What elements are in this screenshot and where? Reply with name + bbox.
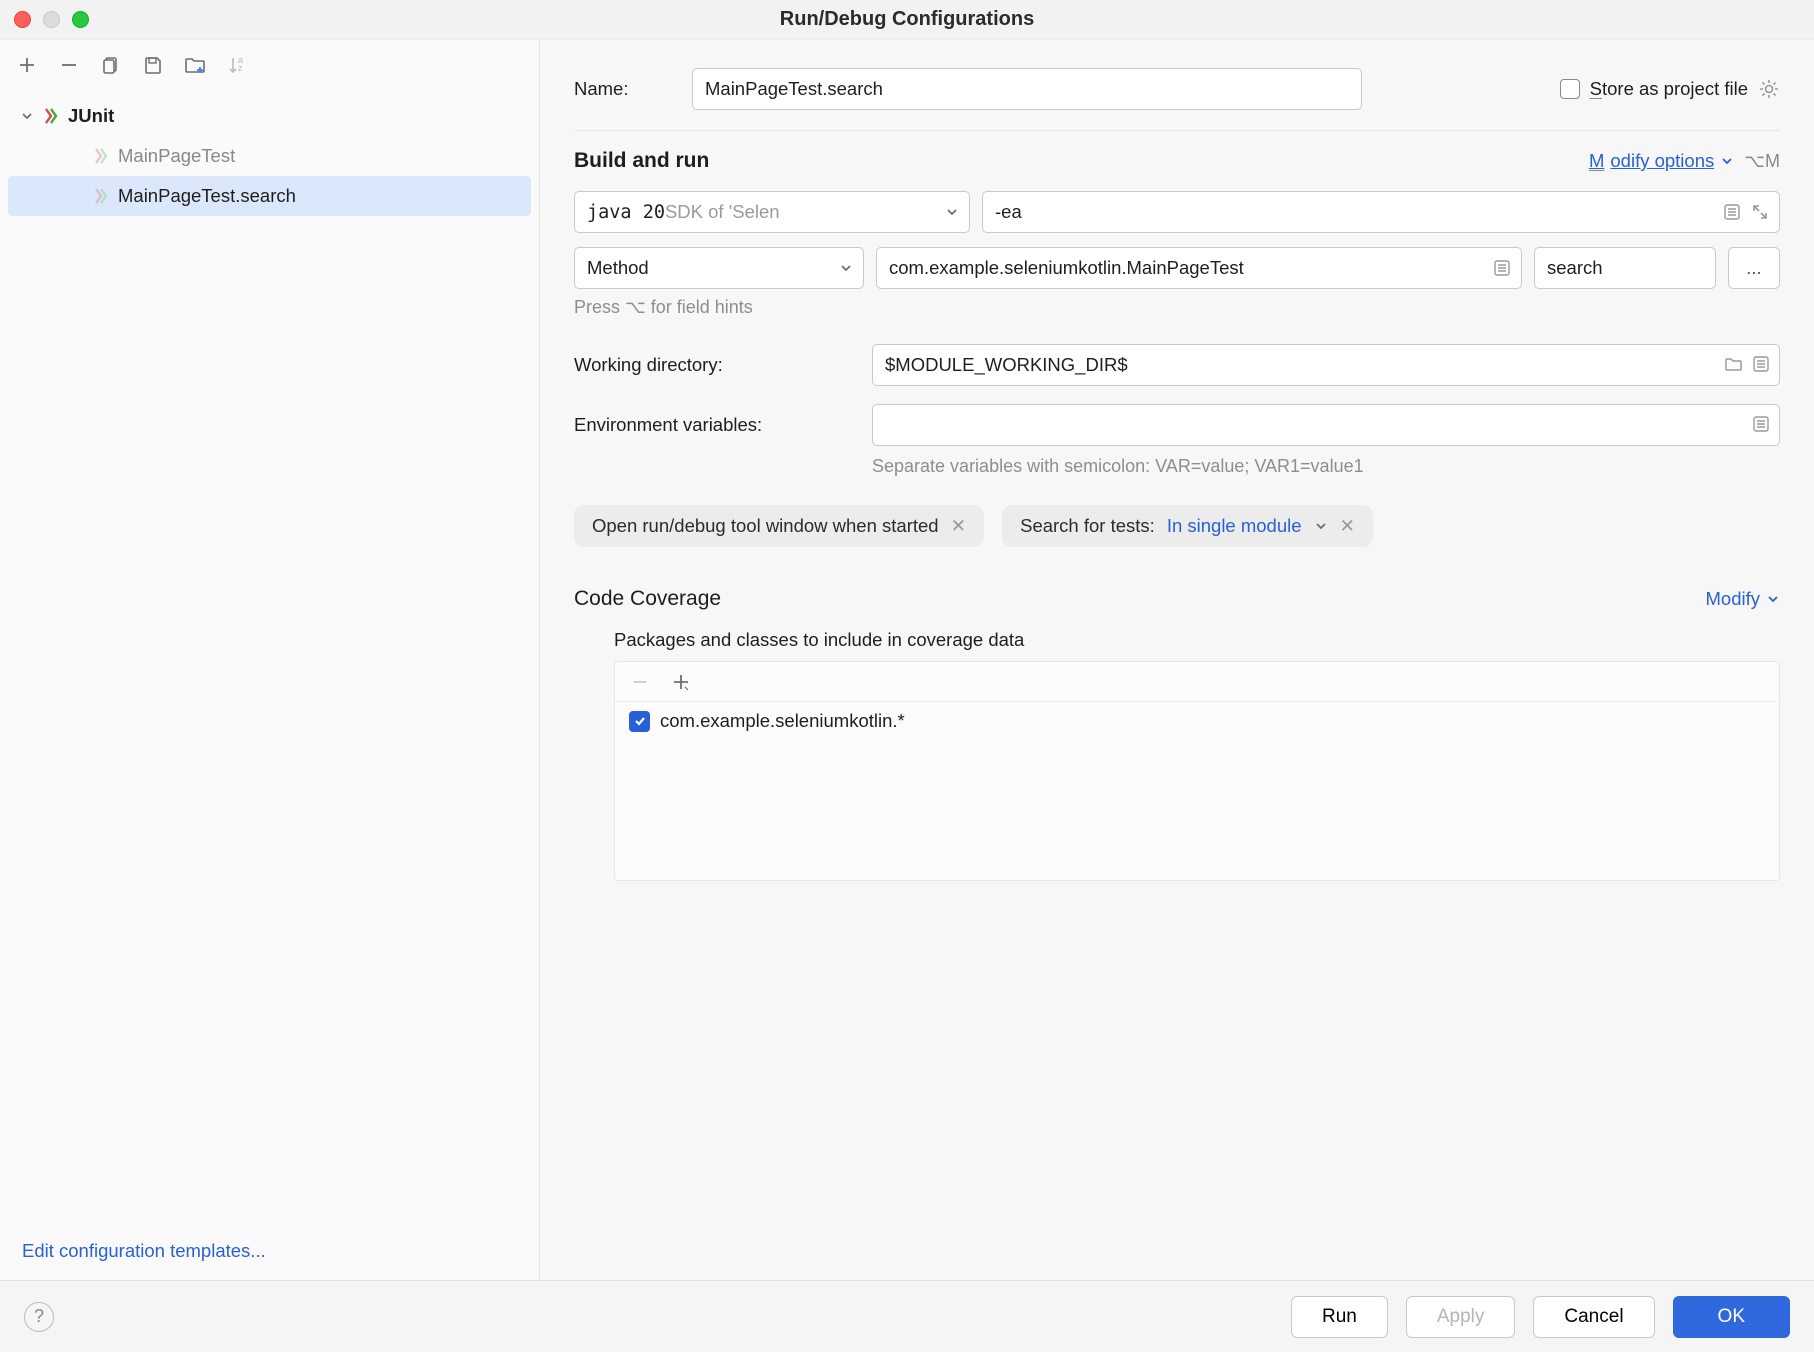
- edit-templates-link[interactable]: Edit configuration templates...: [22, 1240, 266, 1261]
- modify-shortcut: ⌥M: [1744, 151, 1780, 172]
- browse-button[interactable]: ...: [1728, 247, 1780, 289]
- copy-icon[interactable]: [100, 54, 122, 76]
- coverage-item[interactable]: com.example.seleniumkotlin.*: [615, 702, 1779, 740]
- list-icon: [1723, 203, 1741, 221]
- coverage-list: com.example.seleniumkotlin.*: [614, 661, 1780, 881]
- save-icon[interactable]: [142, 54, 164, 76]
- tree-root-label: JUnit: [68, 105, 114, 127]
- content-panel: Name: SStore as project filetore as proj…: [540, 40, 1814, 1280]
- store-label: SStore as project filetore as project fi…: [1590, 78, 1748, 100]
- working-dir-input[interactable]: [872, 344, 1780, 386]
- tree-item-label: MainPageTest: [118, 145, 235, 167]
- remove-icon[interactable]: [58, 54, 80, 76]
- coverage-title: Code Coverage: [574, 587, 721, 611]
- working-dir-label: Working directory:: [574, 354, 854, 376]
- add-icon[interactable]: [16, 54, 38, 76]
- add-icon[interactable]: [671, 672, 691, 692]
- env-vars-helper: Separate variables with semicolon: VAR=v…: [872, 456, 1780, 477]
- close-icon[interactable]: ✕: [1340, 515, 1356, 537]
- run-button[interactable]: Run: [1291, 1296, 1388, 1338]
- cancel-button[interactable]: Cancel: [1533, 1296, 1654, 1338]
- ok-button[interactable]: OK: [1673, 1296, 1790, 1338]
- tree-item-label: MainPageTest.search: [118, 185, 296, 207]
- field-actions: [1723, 203, 1769, 221]
- coverage-subtitle: Packages and classes to include in cover…: [614, 629, 1780, 651]
- chevron-down-icon: [839, 261, 853, 275]
- coverage-item-label: com.example.seleniumkotlin.*: [660, 710, 905, 732]
- field-hint: Press ⌥ for field hints: [574, 297, 1780, 318]
- option-tag-open-tool-window[interactable]: Open run/debug tool window when started …: [574, 505, 984, 547]
- help-icon[interactable]: ?: [24, 1302, 54, 1332]
- junit-icon: [90, 185, 112, 207]
- sdk-select[interactable]: java 20 SDK of 'Selen: [574, 191, 970, 233]
- env-vars-label: Environment variables:: [574, 414, 854, 436]
- config-tree: JUnit MainPageTest MainPageTest.search: [0, 90, 539, 1222]
- expand-icon: [1751, 203, 1769, 221]
- junit-icon: [40, 105, 62, 127]
- tree-root-junit[interactable]: JUnit: [0, 96, 539, 136]
- tree-item-mainpagetest-search[interactable]: MainPageTest.search: [8, 176, 531, 216]
- remove-icon[interactable]: [631, 673, 649, 691]
- checkbox-checked-icon[interactable]: [629, 711, 650, 732]
- titlebar: Run/Debug Configurations: [0, 0, 1814, 40]
- name-input[interactable]: [692, 68, 1362, 110]
- env-vars-input[interactable]: [872, 404, 1780, 446]
- window-title: Run/Debug Configurations: [0, 8, 1814, 31]
- gear-icon[interactable]: [1758, 78, 1780, 100]
- modify-options-link[interactable]: Modify options: [1589, 150, 1734, 172]
- dialog-footer: ? Run Apply Cancel OK: [0, 1280, 1814, 1352]
- test-kind-select[interactable]: Method: [574, 247, 864, 289]
- chevron-down-icon: [20, 109, 34, 123]
- tree-item-mainpagetest[interactable]: MainPageTest: [0, 136, 539, 176]
- vm-options-input[interactable]: -ea: [982, 191, 1780, 233]
- folder-add-icon[interactable]: [184, 54, 206, 76]
- folder-icon: [1724, 355, 1742, 373]
- option-tag-search-tests[interactable]: Search for tests: In single module ✕: [1002, 505, 1373, 547]
- store-checkbox[interactable]: [1560, 79, 1580, 99]
- test-class-input[interactable]: com.example.seleniumkotlin.MainPageTest: [876, 247, 1522, 289]
- chevron-down-icon: [1314, 519, 1328, 533]
- apply-button[interactable]: Apply: [1406, 1296, 1516, 1338]
- name-label: Name:: [574, 78, 674, 100]
- build-run-title: Build and run: [574, 149, 709, 173]
- list-icon: [1493, 259, 1511, 277]
- chevron-down-icon: [945, 205, 959, 219]
- close-icon[interactable]: ✕: [951, 515, 967, 537]
- list-icon: [1752, 355, 1770, 373]
- sort-icon[interactable]: az: [226, 54, 248, 76]
- coverage-modify-link[interactable]: Modify: [1706, 588, 1781, 610]
- junit-icon: [90, 145, 112, 167]
- test-method-input[interactable]: [1534, 247, 1716, 289]
- list-icon[interactable]: [1752, 415, 1770, 433]
- sidebar-toolbar: az: [0, 40, 539, 90]
- sidebar: az JUnit MainPageTest MainPageTest.searc…: [0, 40, 540, 1280]
- svg-text:z: z: [238, 63, 243, 73]
